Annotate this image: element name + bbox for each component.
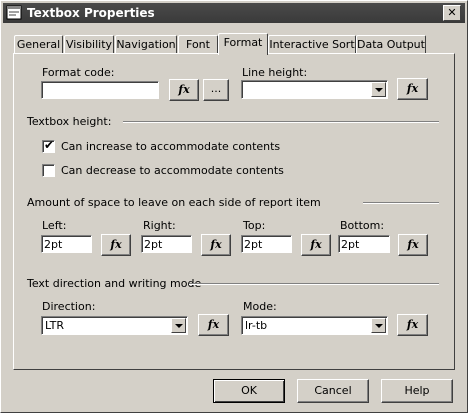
ok-button[interactable]: OK xyxy=(213,379,285,403)
window-title: Textbox Properties xyxy=(27,6,155,20)
direction-dropdown-arrow[interactable] xyxy=(171,318,186,333)
right-input[interactable] xyxy=(142,236,195,252)
tab-general[interactable]: General xyxy=(14,35,63,54)
direction-heading: Text direction and writing mode xyxy=(27,277,202,290)
format-code-field[interactable] xyxy=(41,81,162,99)
section-divider xyxy=(189,283,439,285)
tab-format[interactable]: Format xyxy=(218,33,268,55)
left-label: Left: xyxy=(42,219,67,232)
right-field[interactable] xyxy=(141,235,195,253)
left-field[interactable] xyxy=(41,235,95,253)
direction-section: Text direction and writing mode xyxy=(27,277,439,290)
line-height-label: Line height: xyxy=(242,66,308,79)
window-icon xyxy=(6,5,22,20)
title-bar[interactable]: Textbox Properties ✕ xyxy=(3,3,465,23)
direction-label: Direction: xyxy=(42,300,96,313)
tab-font[interactable]: Font xyxy=(178,35,218,54)
tab-data-output[interactable]: Data Output xyxy=(356,35,426,54)
mode-fx-button[interactable]: fx xyxy=(397,314,428,336)
can-decrease-label: Can decrease to accommodate contents xyxy=(61,164,284,177)
tab-interactive-sort[interactable]: Interactive Sort xyxy=(268,35,356,54)
line-height-dropdown-arrow[interactable] xyxy=(371,82,386,97)
bottom-fx-button[interactable]: fx xyxy=(398,234,428,256)
line-height-combo[interactable] xyxy=(241,80,388,99)
bottom-label: Bottom: xyxy=(340,219,385,232)
bottom-field[interactable] xyxy=(338,235,393,253)
section-divider xyxy=(123,121,439,123)
top-label: Top: xyxy=(243,219,266,232)
right-label: Right: xyxy=(143,219,176,232)
direction-fx-button[interactable]: fx xyxy=(198,314,229,336)
format-code-input[interactable] xyxy=(42,82,162,98)
direction-value: LTR xyxy=(45,319,64,332)
right-fx-button[interactable]: fx xyxy=(201,234,231,256)
can-decrease-checkbox[interactable] xyxy=(42,164,55,177)
dialog-window: Textbox Properties ✕ General Visibility … xyxy=(0,0,468,413)
left-fx-button[interactable]: fx xyxy=(101,234,131,256)
section-divider xyxy=(363,202,439,204)
cancel-button[interactable]: Cancel xyxy=(297,379,369,403)
format-code-fx-button[interactable]: fx xyxy=(169,79,199,101)
left-input[interactable] xyxy=(42,236,95,252)
can-increase-label: Can increase to accommodate contents xyxy=(61,140,281,153)
spacing-heading: Amount of space to leave on each side of… xyxy=(27,196,321,209)
mode-value: lr-tb xyxy=(245,319,268,332)
mode-label: Mode: xyxy=(243,300,277,313)
spacing-section: Amount of space to leave on each side of… xyxy=(27,196,439,209)
top-field[interactable] xyxy=(241,235,295,253)
bottom-input[interactable] xyxy=(339,236,393,252)
line-height-fx-button[interactable]: fx xyxy=(397,78,428,100)
tab-visibility[interactable]: Visibility xyxy=(64,35,114,54)
top-input[interactable] xyxy=(242,236,295,252)
mode-combo[interactable]: lr-tb xyxy=(241,316,388,335)
textbox-height-heading: Textbox height: xyxy=(27,115,112,128)
top-fx-button[interactable]: fx xyxy=(301,234,331,256)
help-button[interactable]: Help xyxy=(381,379,453,403)
checkmark-icon: ✔ xyxy=(44,138,55,152)
format-code-label: Format code: xyxy=(42,66,115,79)
direction-combo[interactable]: LTR xyxy=(41,316,188,335)
textbox-height-section: Textbox height: xyxy=(27,115,439,128)
tab-navigation[interactable]: Navigation xyxy=(115,35,177,54)
mode-dropdown-arrow[interactable] xyxy=(371,318,386,333)
format-code-browse-button[interactable]: ... xyxy=(203,79,229,101)
can-increase-checkbox[interactable]: ✔ xyxy=(42,138,55,153)
close-button[interactable]: ✕ xyxy=(443,5,461,21)
